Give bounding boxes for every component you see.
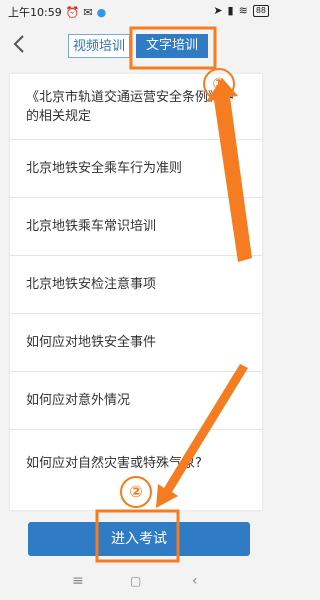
home-icon[interactable]: ▢ bbox=[130, 574, 141, 588]
list-item-label: 北京地铁安检注意事项 bbox=[26, 277, 157, 292]
message-icon: ✉ bbox=[83, 5, 93, 19]
list-item-label: 如何应对自然灾害或特殊气象? bbox=[26, 455, 202, 471]
back-icon[interactable]: ‹ bbox=[192, 573, 198, 589]
system-nav-bar: ≡ ▢ ‹ bbox=[0, 565, 277, 600]
list-item-label: 北京地铁安全乘车行为准则 bbox=[26, 161, 183, 176]
location-icon: ➤ bbox=[213, 4, 223, 17]
list-item-label: 如何应对意外情况 bbox=[26, 393, 131, 408]
signal-icon: ▮ bbox=[227, 4, 234, 17]
list-item-label: 北京地铁乘车常识培训 bbox=[26, 219, 157, 234]
alarm-icon: ⏰ bbox=[65, 5, 80, 19]
annotation-number-1: ① bbox=[203, 68, 235, 100]
battery-icon: 88 bbox=[252, 4, 269, 17]
list-item[interactable]: 北京地铁安全乘车行为准则 bbox=[10, 140, 262, 198]
list-item[interactable]: 北京地铁乘车常识培训 bbox=[10, 198, 262, 256]
list-item[interactable]: 如何应对地铁安全事件 bbox=[10, 314, 262, 372]
wifi-icon: ≋ bbox=[238, 4, 248, 17]
header: 视频培训 文字培训 bbox=[0, 22, 277, 70]
list-item[interactable]: 如何应对意外情况 bbox=[10, 372, 262, 430]
enter-exam-button[interactable]: 进入考试 bbox=[28, 522, 250, 556]
training-list: 《北京市轨道交通运营安全条例》中的相关规定 北京地铁安全乘车行为准则 北京地铁乘… bbox=[10, 74, 262, 510]
list-item-label: 如何应对地铁安全事件 bbox=[26, 335, 157, 350]
status-time: 上午10:59 bbox=[8, 6, 62, 19]
tab-text-training[interactable]: 文字培训 bbox=[136, 34, 208, 58]
status-bar: 上午10:59 ⏰ ✉ ● ➤ ▮ ≋ 88 bbox=[0, 0, 277, 22]
menu-icon[interactable]: ≡ bbox=[72, 573, 84, 589]
tab-video-training[interactable]: 视频培训 bbox=[68, 34, 130, 58]
back-arrow-icon[interactable] bbox=[10, 32, 30, 56]
status-left: 上午10:59 ⏰ ✉ ● bbox=[8, 4, 106, 20]
annotation-number-2: ② bbox=[120, 476, 152, 508]
status-right: ➤ ▮ ≋ 88 bbox=[213, 4, 269, 17]
drop-icon: ● bbox=[96, 5, 107, 19]
list-item[interactable]: 北京地铁安检注意事项 bbox=[10, 256, 262, 314]
